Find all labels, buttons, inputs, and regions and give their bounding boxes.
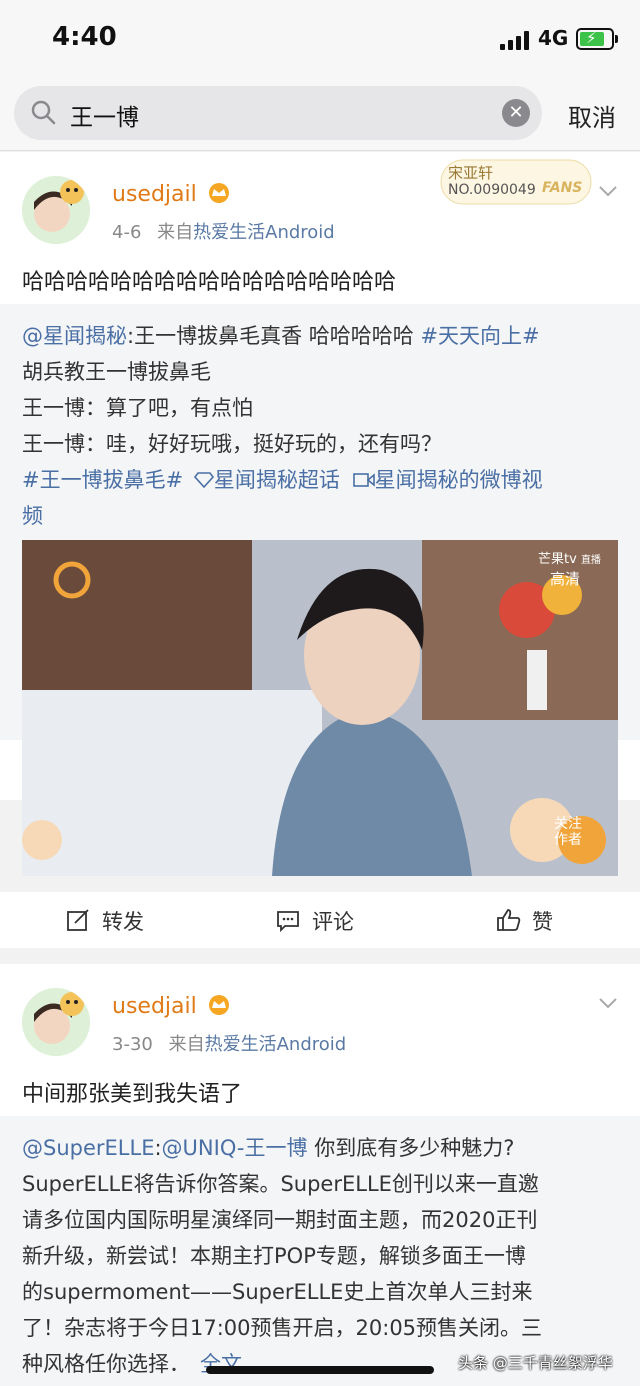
avatar[interactable] (22, 988, 90, 1056)
search-query[interactable]: 王一博 (70, 98, 139, 132)
fan-badge-label: FANS (542, 180, 583, 196)
repost-text: 你到底有多少种魅力? (307, 1136, 515, 1160)
video-icon (352, 473, 375, 487)
post-meta: 3-30 来自热爱生活Android (112, 1030, 346, 1056)
search-icon (31, 100, 56, 125)
channel-name: 芒果tv (538, 552, 577, 567)
follow-label: 关注 (554, 816, 582, 832)
battery-icon: ⚡ (576, 28, 618, 50)
vip-icon (209, 995, 229, 1015)
repost-line: 了！杂志将于今日17:00预售开启，20:05预售关闭。三 (22, 1316, 543, 1340)
repost-label: 转发 (102, 910, 144, 934)
comment-label: 评论 (312, 910, 354, 934)
post-actions: 转发 评论 赞 (0, 892, 640, 948)
repost-text: :王一博拔鼻毛真香 哈哈哈哈哈 (127, 324, 421, 348)
fan-badge[interactable]: 宋亚轩 NO.0090049 FANS (440, 158, 596, 206)
repost-block[interactable]: @SuperELLE:@UNIQ-王一博 你到底有多少种魅力? SuperELL… (0, 1116, 640, 1386)
source-link[interactable]: 热爱生活Android (193, 222, 335, 243)
follow-label-author: 作者 (554, 832, 582, 848)
fan-badge-name: 宋亚轩 (448, 164, 494, 182)
repost-line: 胡兵教王一博拔鼻毛 (22, 360, 211, 384)
post-meta: 4-6 来自热爱生活Android (112, 218, 335, 244)
video-link[interactable]: 星闻揭秘的微博视 (375, 468, 543, 492)
username[interactable]: usedjail (112, 994, 197, 1019)
username[interactable]: usedjail (112, 182, 197, 207)
mention-link[interactable]: @UNIQ-王一博 (162, 1136, 308, 1160)
repost-icon (67, 909, 89, 931)
source-prefix: 来自 (168, 1034, 205, 1055)
post-date: 3-30 (112, 1034, 153, 1055)
repost-line: @SuperELLE:@UNIQ-王一博 你到底有多少种魅力? (22, 1136, 515, 1160)
like-label: 赞 (532, 910, 553, 934)
comment-icon (277, 911, 299, 932)
clear-icon[interactable]: ✕ (502, 99, 530, 127)
quality-label: 高清 (550, 570, 581, 588)
post-card: usedjail 4-6 来自热爱生活Android 宋亚轩 NO.009004… (0, 152, 640, 948)
repost-author-link[interactable]: @星闻揭秘 (22, 324, 127, 348)
cancel-button[interactable]: 取消 (568, 98, 616, 133)
repost-line: @星闻揭秘:王一博拔鼻毛真香 哈哈哈哈哈 #天天向上# (22, 320, 540, 350)
watermark: 头条 @三千青丝絮浮华 (458, 1354, 613, 1372)
repost-line: 王一博：算了吧，有点怕 (22, 396, 253, 420)
chevron-down-icon[interactable] (598, 184, 618, 198)
post-card: usedjail 3-30 来自热爱生活Android 中间那张美到我失语了 @… (0, 964, 640, 1386)
home-indicator[interactable] (206, 1366, 434, 1374)
repost-line: 新升级，新尝试！本期主打POP专题，解锁多面王一博 (22, 1244, 526, 1268)
post-text: 中间那张美到我失语了 (22, 1082, 243, 1107)
video-thumbnail[interactable]: 芒果tv 直播 高清 关注 作者 (22, 540, 618, 876)
network-type: 4G (538, 26, 569, 50)
chevron-down-icon[interactable] (598, 996, 618, 1010)
signal-icon (500, 30, 532, 50)
repost-line: #王一博拔鼻毛# 星闻揭秘超话 星闻揭秘的微博视 (22, 464, 543, 494)
fan-badge-number: NO.0090049 (448, 182, 536, 198)
thumbs-up-icon (497, 909, 521, 931)
diamond-icon (193, 472, 214, 489)
avatar[interactable] (22, 176, 90, 244)
repost-line: 王一博：哇，好好玩哦，挺好玩的，还有吗？ (22, 432, 442, 456)
video-link-continued[interactable]: 频 (22, 500, 43, 530)
repost-author-link[interactable]: @SuperELLE (22, 1136, 154, 1160)
hashtag-link[interactable]: #天天向上# (420, 324, 539, 348)
post-text: 哈哈哈哈哈哈哈哈哈哈哈哈哈哈哈哈哈 (22, 270, 397, 295)
channel-logo: 芒果tv 直播 (538, 548, 601, 567)
clock: 4:40 (52, 22, 117, 52)
follow-author-button[interactable]: 关注 作者 (554, 816, 582, 848)
supertopic-link[interactable]: 星闻揭秘超话 (214, 468, 340, 492)
search-input[interactable]: 王一博 ✕ (14, 86, 542, 140)
search-bar: 王一博 ✕ 取消 (0, 78, 640, 151)
status-bar: 4:40 4G ⚡ (0, 0, 640, 78)
repost-text: 种风格任你选择． (22, 1352, 190, 1376)
source-prefix: 来自 (157, 222, 194, 243)
vip-icon (209, 183, 229, 203)
repost-line: 请多位国内国际明星演绎同一期封面主题，而2020正刊 (22, 1208, 538, 1232)
live-label: 直播 (580, 555, 601, 566)
hashtag-link[interactable]: #王一博拔鼻毛# (22, 468, 183, 492)
source-link[interactable]: 热爱生活Android (205, 1034, 347, 1055)
repost-line: SuperELLE将告诉你答案。SuperELLE创刊以来一直邀 (22, 1172, 539, 1196)
post-date: 4-6 (112, 222, 142, 243)
repost-line: 的supermoment——SuperELLE史上首次单人三封来 (22, 1280, 533, 1304)
repost-block[interactable]: @星闻揭秘:王一博拔鼻毛真香 哈哈哈哈哈 #天天向上# 胡兵教王一博拔鼻毛 王一… (0, 304, 640, 876)
